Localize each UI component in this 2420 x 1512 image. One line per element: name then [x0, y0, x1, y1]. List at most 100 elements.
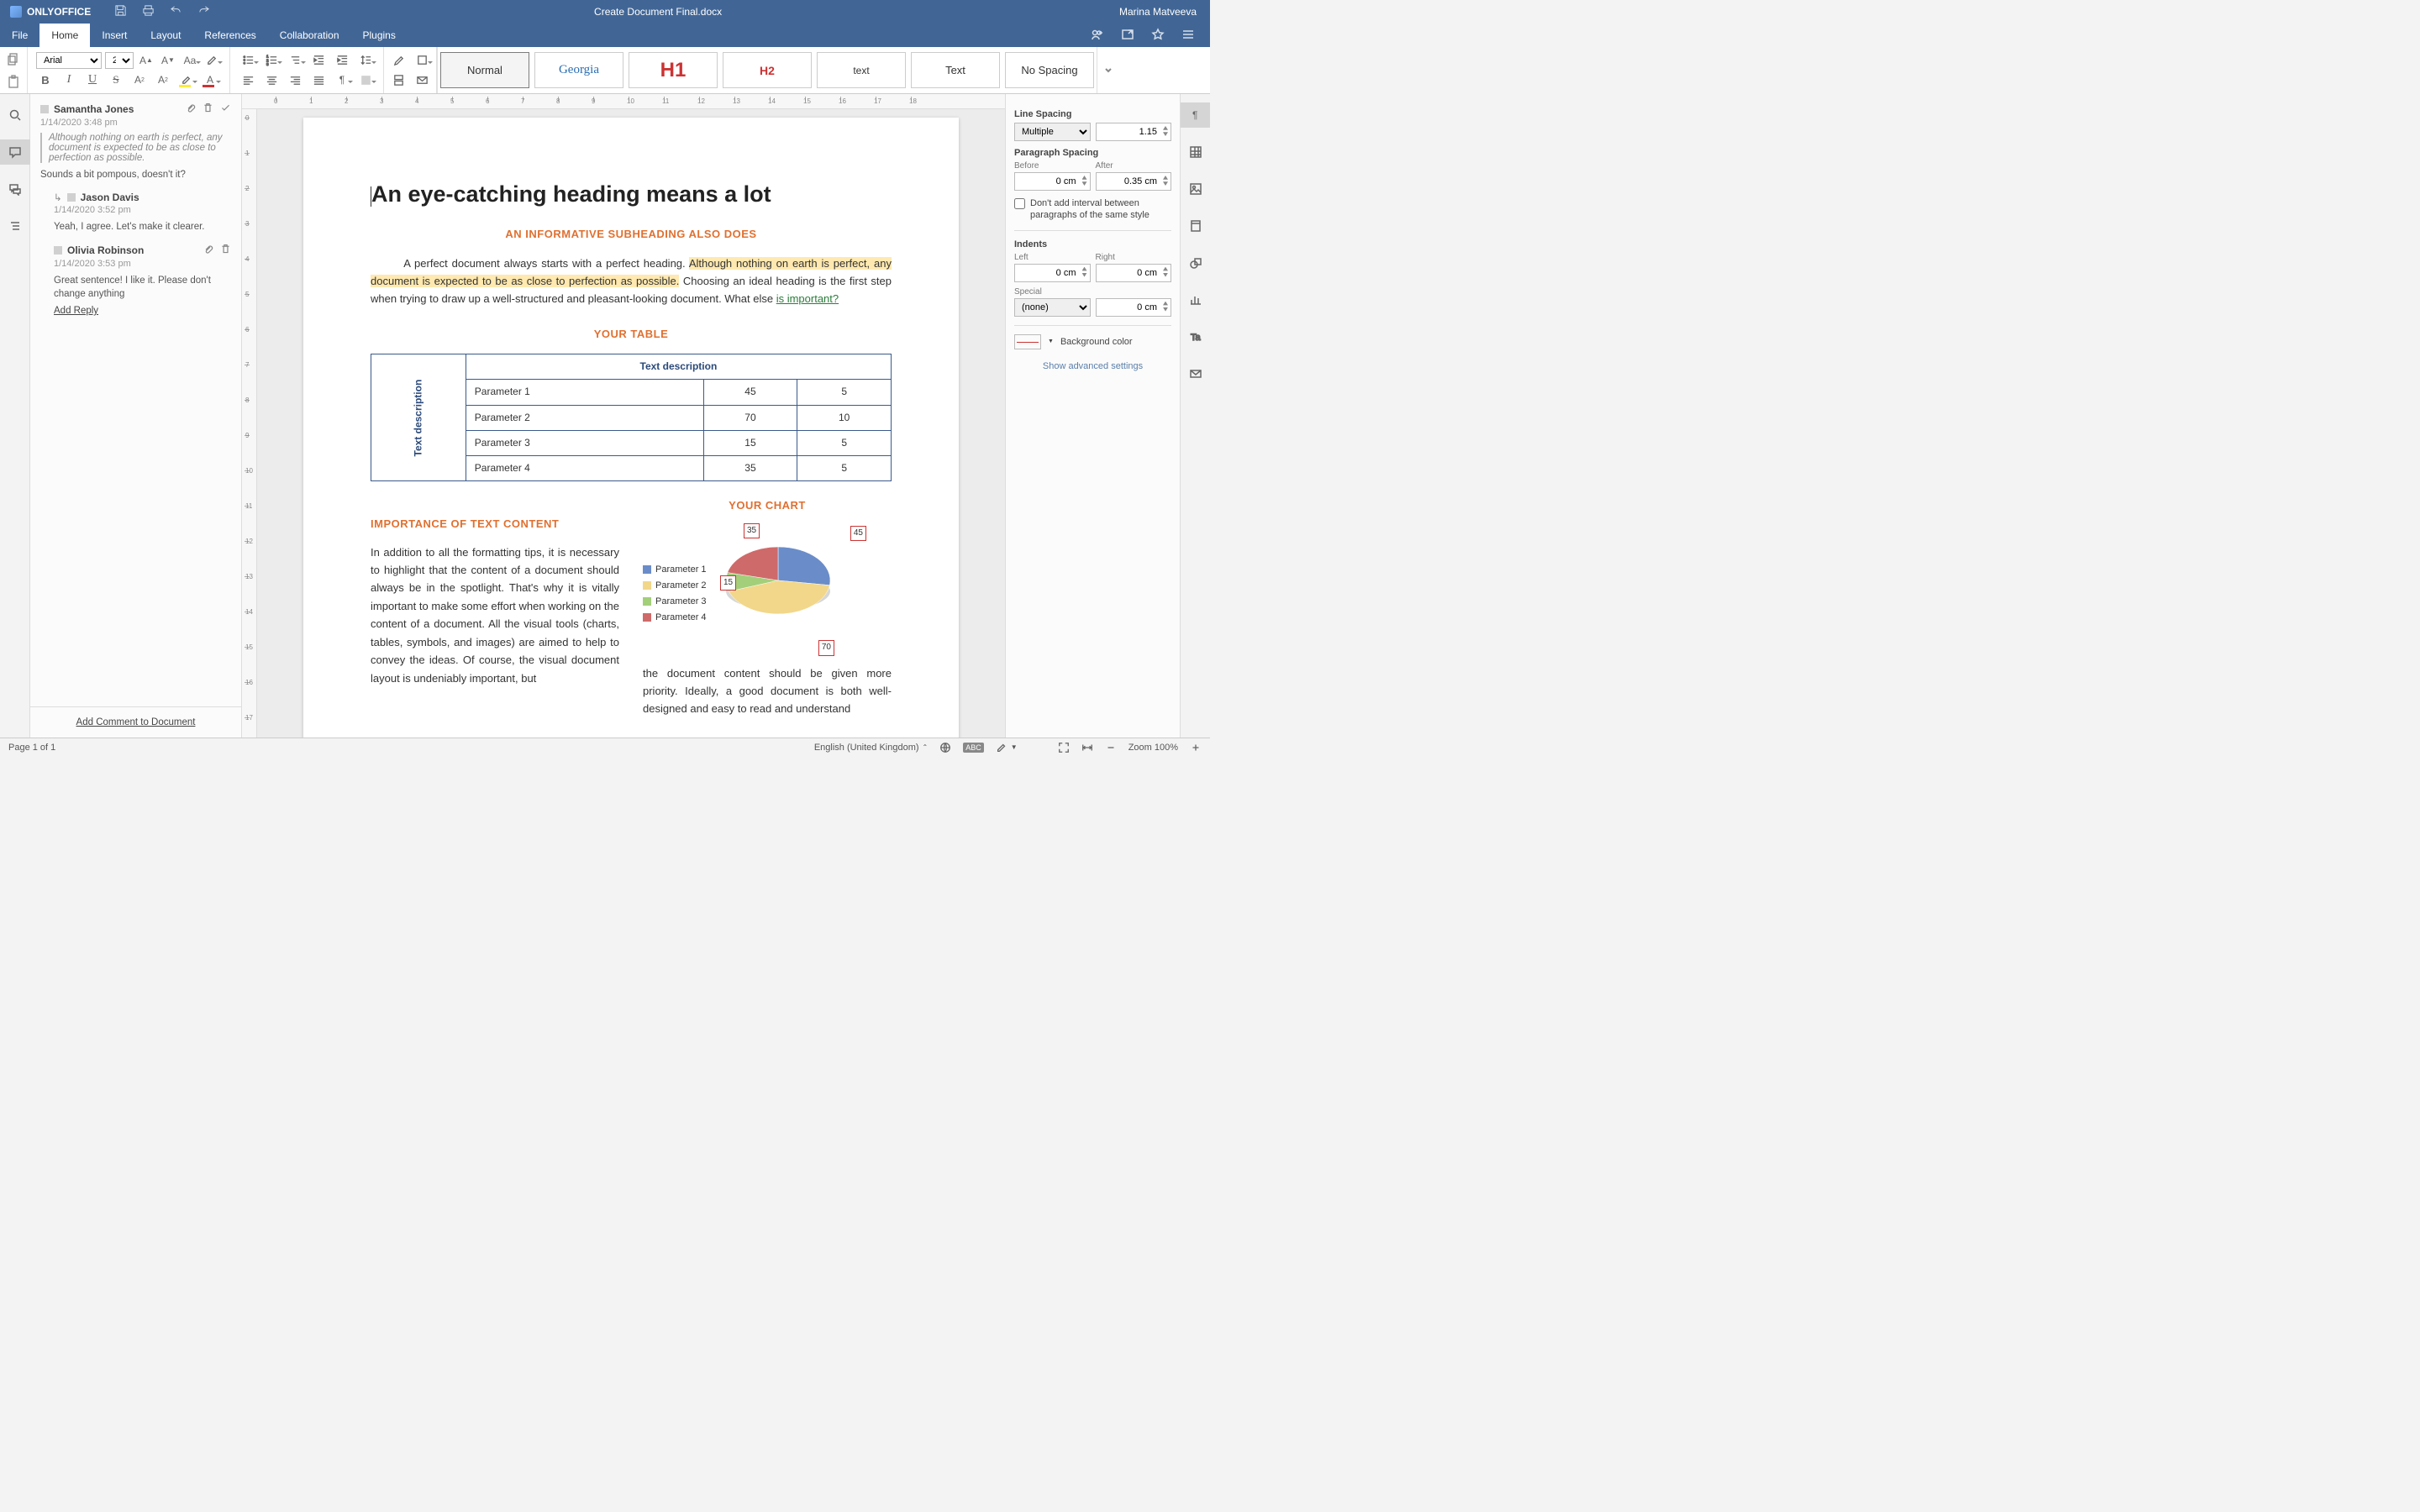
attach-icon[interactable]	[185, 102, 196, 116]
language-selector[interactable]: English (United Kingdom)⌃	[814, 743, 928, 753]
increase-font-icon[interactable]: A▲	[137, 52, 155, 69]
mailmerge-button[interactable]	[413, 71, 431, 88]
increase-indent-button[interactable]	[333, 52, 351, 69]
italic-button[interactable]: I	[60, 71, 78, 88]
track-changes-icon[interactable]: ▼	[996, 742, 1018, 753]
page-break-button[interactable]	[389, 71, 408, 88]
style-more-button[interactable]	[1097, 47, 1118, 93]
insert-shape-button[interactable]	[413, 52, 431, 69]
special-indent[interactable]: (none)	[1014, 298, 1091, 317]
share-icon[interactable]	[1091, 28, 1104, 44]
vertical-ruler[interactable]: 01234567891011121314151617	[242, 109, 257, 738]
open-location-icon[interactable]	[1121, 28, 1134, 44]
menu-collaboration[interactable]: Collaboration	[268, 24, 351, 47]
background-color-swatch[interactable]	[1014, 334, 1041, 349]
align-justify-button[interactable]	[309, 71, 328, 88]
globe-icon[interactable]	[939, 742, 951, 753]
style-h2[interactable]: H2	[723, 52, 812, 88]
advanced-settings-link[interactable]: Show advanced settings	[1014, 361, 1171, 371]
numbering-button[interactable]: 123	[262, 52, 281, 69]
data-table[interactable]: Text description Text description Parame…	[371, 354, 892, 481]
fit-page-icon[interactable]	[1058, 742, 1070, 753]
heading-1[interactable]: An eye-catching heading means a lot	[371, 176, 892, 213]
zoom-out-icon[interactable]	[1105, 742, 1117, 753]
line-spacing-value[interactable]	[1096, 123, 1172, 141]
special-indent-value[interactable]	[1096, 298, 1172, 317]
user-name[interactable]: Marina Matveeva	[1106, 6, 1210, 18]
trash-icon[interactable]	[220, 244, 231, 257]
trash-icon[interactable]	[203, 102, 213, 116]
font-color-button[interactable]: A	[201, 71, 219, 88]
align-left-button[interactable]	[239, 71, 257, 88]
change-case-icon[interactable]: Aa	[181, 52, 199, 69]
bold-button[interactable]: B	[36, 71, 55, 88]
attach-icon[interactable]	[203, 244, 213, 257]
strike-button[interactable]: S	[107, 71, 125, 88]
zoom-in-icon[interactable]	[1190, 742, 1202, 753]
settings-icon[interactable]	[1181, 28, 1195, 44]
add-reply-button[interactable]: Add Reply	[54, 306, 98, 316]
style-normal[interactable]: Normal	[440, 52, 529, 88]
superscript-button[interactable]: A2	[130, 71, 149, 88]
shape-tab-icon[interactable]	[1181, 250, 1211, 276]
page-indicator[interactable]: Page 1 of 1	[8, 743, 55, 753]
print-icon[interactable]	[142, 4, 155, 19]
search-icon[interactable]	[0, 102, 30, 128]
zoom-level[interactable]: Zoom 100%	[1128, 743, 1178, 753]
clear-style-button[interactable]	[389, 52, 408, 69]
menu-references[interactable]: References	[192, 24, 267, 47]
paragraph[interactable]: A perfect document always starts with a …	[371, 255, 892, 307]
resolve-icon[interactable]	[220, 102, 231, 116]
horizontal-ruler[interactable]: 0123456789101112131415161718	[242, 94, 1005, 109]
fit-width-icon[interactable]	[1081, 742, 1093, 753]
menu-insert[interactable]: Insert	[90, 24, 139, 47]
paragraph-tab-icon[interactable]: ¶	[1181, 102, 1211, 128]
menu-home[interactable]: Home	[39, 24, 90, 47]
textart-tab-icon[interactable]: Ta	[1181, 324, 1211, 349]
highlight-color-button[interactable]	[177, 71, 196, 88]
subscript-button[interactable]: A2	[154, 71, 172, 88]
indent-right[interactable]	[1096, 264, 1172, 282]
chat-icon[interactable]	[0, 176, 30, 202]
favorite-icon[interactable]	[1151, 28, 1165, 44]
align-right-button[interactable]	[286, 71, 304, 88]
highlight-dropdown-icon[interactable]	[203, 52, 221, 69]
comments-icon[interactable]	[0, 139, 30, 165]
image-tab-icon[interactable]	[1181, 176, 1211, 202]
decrease-indent-button[interactable]	[309, 52, 328, 69]
copy-icon[interactable]	[7, 52, 20, 68]
style-text2[interactable]: Text	[911, 52, 1000, 88]
undo-icon[interactable]	[170, 4, 182, 19]
style-georgia[interactable]: Georgia	[534, 52, 623, 88]
style-nospacing[interactable]: No Spacing	[1005, 52, 1094, 88]
menu-layout[interactable]: Layout	[139, 24, 192, 47]
save-icon[interactable]	[114, 4, 127, 19]
spellcheck-icon[interactable]: ABC	[963, 743, 984, 753]
menu-file[interactable]: File	[0, 24, 39, 47]
section-heading[interactable]: IMPORTANCE OF TEXT CONTENT	[371, 515, 619, 533]
nonprinting-button[interactable]: ¶	[333, 71, 351, 88]
paragraph[interactable]: In addition to all the formatting tips, …	[371, 543, 619, 688]
align-center-button[interactable]	[262, 71, 281, 88]
style-text[interactable]: text	[817, 52, 906, 88]
paste-icon[interactable]	[7, 75, 20, 91]
link[interactable]: is important?	[776, 292, 839, 305]
font-name-select[interactable]: Arial	[36, 52, 102, 69]
shading-button[interactable]	[356, 71, 375, 88]
spacing-after[interactable]	[1096, 172, 1172, 191]
spacing-before[interactable]	[1014, 172, 1091, 191]
header-tab-icon[interactable]	[1181, 213, 1211, 239]
navigation-icon[interactable]	[0, 213, 30, 239]
font-size-select[interactable]: 20	[105, 52, 134, 69]
paragraph[interactable]: the document content should be given mor…	[643, 664, 892, 718]
table-heading[interactable]: YOUR TABLE	[371, 326, 892, 344]
table-tab-icon[interactable]	[1181, 139, 1211, 165]
multilevel-button[interactable]	[286, 52, 304, 69]
page[interactable]: An eye-catching heading means a lot AN I…	[303, 118, 959, 738]
bullets-button[interactable]	[239, 52, 257, 69]
redo-icon[interactable]	[197, 4, 210, 19]
underline-button[interactable]: U	[83, 71, 102, 88]
indent-left[interactable]	[1014, 264, 1091, 282]
no-interval-checkbox[interactable]: Don't add interval between paragraphs of…	[1014, 197, 1171, 222]
subheading[interactable]: AN INFORMATIVE SUBHEADING ALSO DOES	[371, 226, 892, 244]
